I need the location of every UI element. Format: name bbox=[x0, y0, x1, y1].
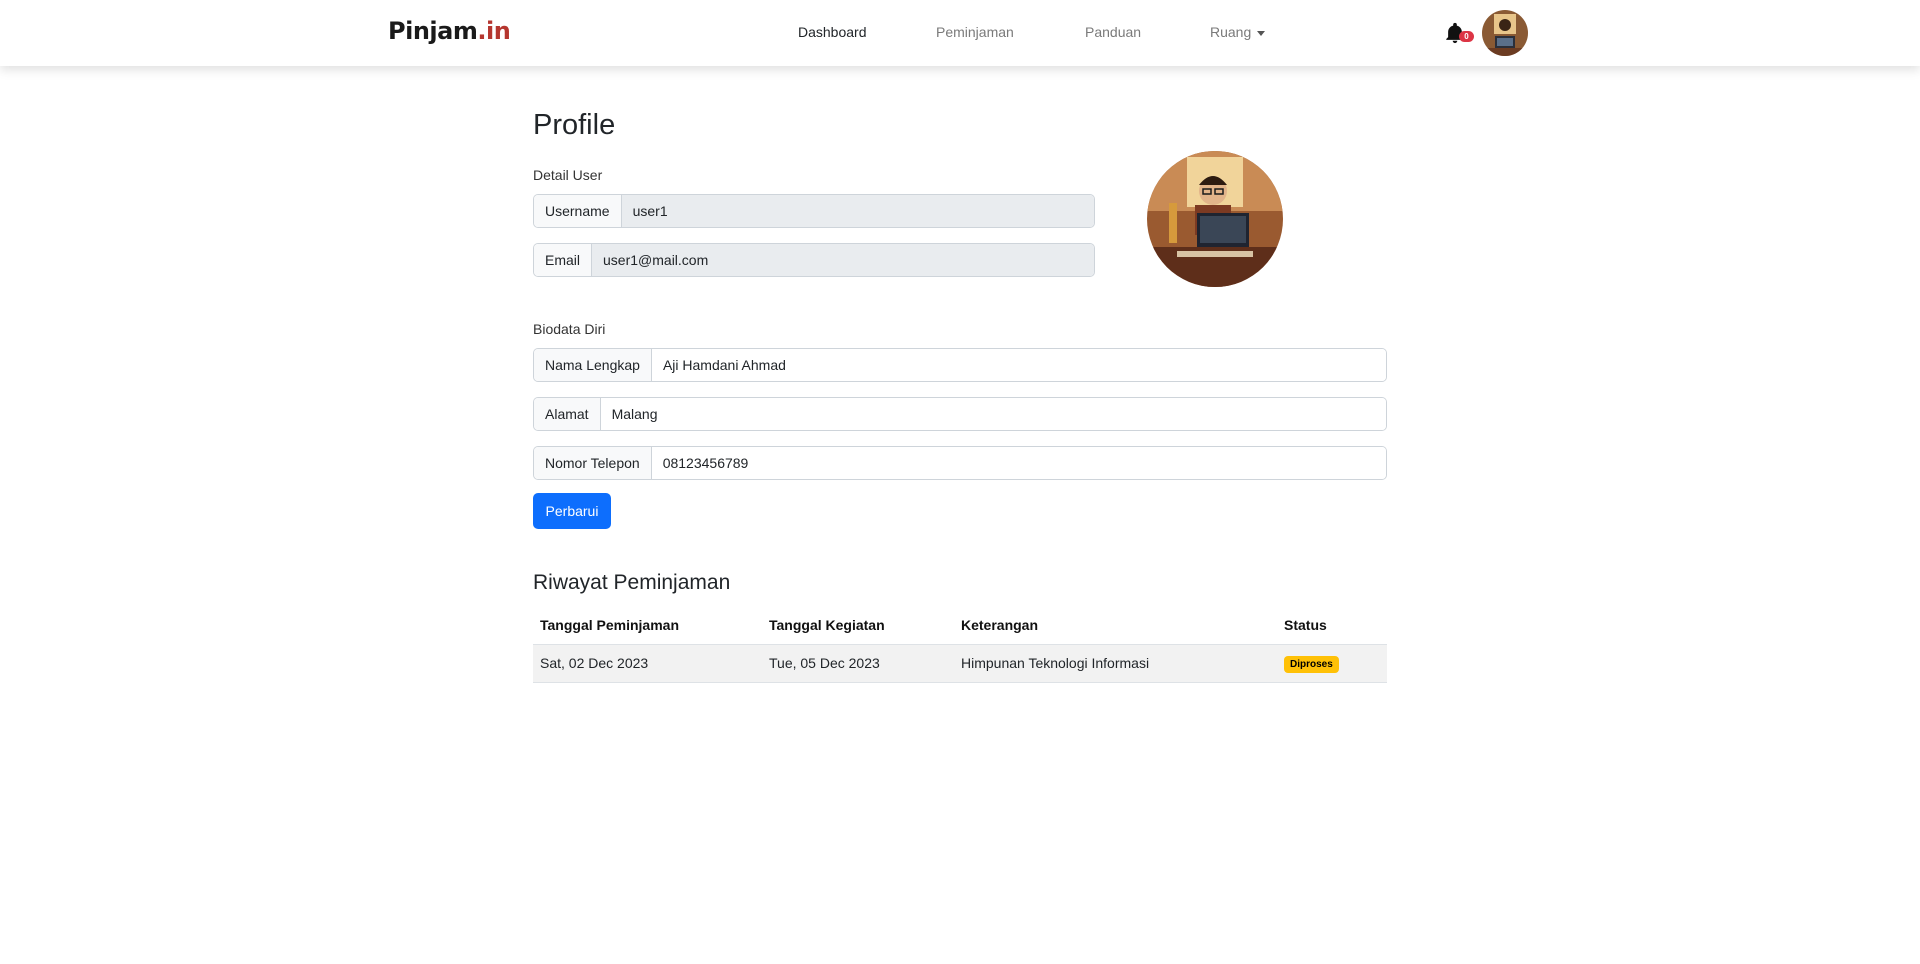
username-field[interactable] bbox=[621, 195, 1094, 227]
column-header: Tanggal Peminjaman bbox=[533, 607, 762, 645]
address-group: Alamat bbox=[533, 397, 1387, 431]
profile-photo bbox=[1147, 151, 1283, 287]
borrow-date-cell: Sat, 02 Dec 2023 bbox=[533, 644, 762, 683]
nav-ruang-label: Ruang bbox=[1210, 24, 1252, 40]
navbar: Pinjam.in Dashboard Peminjaman Panduan R… bbox=[0, 0, 1920, 66]
column-header: Keterangan bbox=[954, 607, 1277, 645]
address-label: Alamat bbox=[534, 398, 601, 430]
email-group: Email bbox=[533, 243, 1095, 277]
nav-ruang-dropdown[interactable]: Ruang bbox=[1210, 24, 1266, 40]
column-header: Status bbox=[1277, 607, 1387, 645]
biodata-label: Biodata Diri bbox=[533, 321, 606, 337]
fullname-label: Nama Lengkap bbox=[534, 349, 652, 381]
status-badge: Diproses bbox=[1284, 655, 1339, 673]
brand-accent: .in bbox=[477, 17, 511, 45]
fullname-group: Nama Lengkap bbox=[533, 348, 1387, 382]
username-group: Username bbox=[533, 194, 1095, 228]
nav-dashboard[interactable]: Dashboard bbox=[798, 24, 867, 40]
page-title: Profile bbox=[533, 109, 616, 141]
fullname-field[interactable] bbox=[651, 349, 1386, 381]
email-field[interactable] bbox=[592, 244, 1094, 276]
user-avatar[interactable] bbox=[1482, 10, 1528, 56]
phone-group: Nomor Telepon bbox=[533, 446, 1387, 480]
chevron-down-icon bbox=[1257, 30, 1266, 36]
phone-label: Nomor Telepon bbox=[534, 447, 652, 479]
phone-field[interactable] bbox=[651, 447, 1386, 479]
history-title: Riwayat Peminjaman bbox=[533, 571, 731, 594]
email-label: Email bbox=[534, 244, 593, 276]
detail-user-label: Detail User bbox=[533, 167, 603, 183]
column-header: Tanggal Kegiatan bbox=[762, 607, 954, 645]
profile-photo-image bbox=[1147, 151, 1283, 287]
avatar-image bbox=[1482, 10, 1528, 56]
history-table: Tanggal Peminjaman Tanggal Kegiatan Kete… bbox=[533, 607, 1387, 683]
table-header-row: Tanggal Peminjaman Tanggal Kegiatan Kete… bbox=[533, 607, 1387, 645]
table-row: Sat, 02 Dec 2023 Tue, 05 Dec 2023 Himpun… bbox=[533, 644, 1387, 683]
brand-logo[interactable]: Pinjam.in bbox=[388, 17, 511, 45]
notification-badge: 0 bbox=[1459, 31, 1474, 42]
nav-panduan[interactable]: Panduan bbox=[1085, 24, 1141, 40]
address-field[interactable] bbox=[600, 398, 1386, 430]
status-cell: Diproses bbox=[1277, 644, 1387, 683]
description-cell: Himpunan Teknologi Informasi bbox=[954, 644, 1277, 683]
username-label: Username bbox=[534, 195, 622, 227]
brand-main: Pinjam bbox=[388, 17, 478, 45]
event-date-cell: Tue, 05 Dec 2023 bbox=[762, 644, 954, 683]
nav-peminjaman[interactable]: Peminjaman bbox=[936, 24, 1014, 40]
update-button[interactable]: Perbarui bbox=[533, 493, 611, 529]
